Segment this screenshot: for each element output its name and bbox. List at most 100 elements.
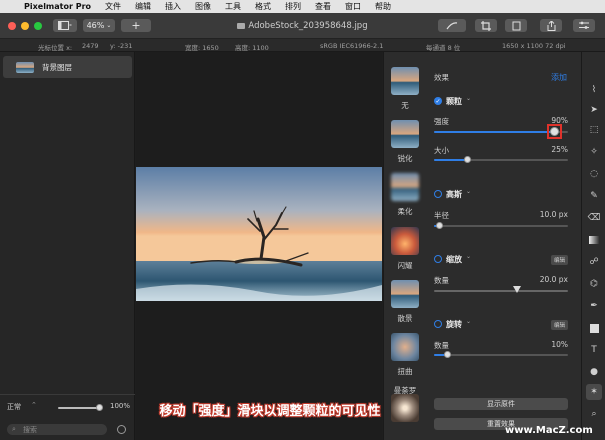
menu-edit[interactable]: 编辑: [135, 1, 151, 12]
grain-size-value: 25%: [551, 145, 568, 154]
chevron-down-icon[interactable]: ⌄: [466, 253, 471, 260]
canvas-image: [136, 167, 382, 301]
retouch-icon[interactable]: ⌬: [586, 276, 602, 292]
watermark: www.MacZ.com: [505, 425, 593, 436]
spin-amount-label: 数量: [434, 341, 449, 350]
opacity-slider-knob[interactable]: [96, 404, 103, 411]
show-original-button[interactable]: 显示原件: [434, 398, 568, 410]
color-space: sRGB IEC61966-2.1: [320, 42, 384, 50]
menu-arrange[interactable]: 排列: [285, 1, 301, 12]
layer-thumbnail: [16, 62, 34, 73]
spin-edit-button[interactable]: 编辑: [551, 320, 569, 330]
image-dimensions: 1650 x 1100 72 dpi: [502, 42, 566, 50]
brush-icon[interactable]: ✎: [586, 188, 602, 204]
share-button[interactable]: [540, 19, 562, 32]
chevron-updown-icon: ⌃: [31, 401, 37, 409]
tools-sidebar: ⌇ ➤ ⬚ ✧ ◌ ✎ ⌫ ☍ ⌬ ✒ T ● ✶ ⌕: [581, 52, 605, 440]
effect-none-label: 无: [401, 101, 409, 110]
gaussian-radius-knob[interactable]: [435, 222, 443, 229]
chevron-down-icon[interactable]: ⌄: [466, 95, 471, 102]
filter-icon[interactable]: [117, 425, 126, 434]
zoom-icon[interactable]: ⌕: [586, 406, 602, 422]
effects-title: 效果: [434, 73, 449, 82]
spin-amount-knob[interactable]: [443, 351, 451, 358]
bit-depth: 每通道 8 位: [426, 44, 461, 52]
menu-file[interactable]: 文件: [105, 1, 121, 12]
gaussian-radius-value: 10.0 px: [539, 210, 568, 219]
gaussian-radius-slider[interactable]: [434, 225, 568, 227]
document-copy-icon: [512, 21, 520, 30]
menu-tools[interactable]: 工具: [225, 1, 241, 12]
pen-icon[interactable]: ✒: [586, 298, 602, 314]
grain-size-knob[interactable]: [464, 156, 471, 163]
zoom-blur-toggle[interactable]: [434, 255, 442, 263]
chevron-down-icon[interactable]: ⌄: [466, 188, 471, 195]
color-adjust-icon[interactable]: ●: [586, 364, 602, 380]
blend-mode-dropdown[interactable]: 正常: [7, 402, 21, 412]
effect-glow-label: 闪耀: [397, 261, 413, 270]
image-width: 宽度: 1650: [185, 44, 219, 52]
adjustments-button[interactable]: [573, 19, 595, 32]
effect-glow-thumbnail[interactable]: [391, 227, 419, 255]
window-toolbar: 46% ⌄ + AdobeStock_203958648.jpg: [0, 13, 605, 39]
effect-distort-thumbnail[interactable]: [391, 333, 419, 361]
grain-size-slider[interactable]: [434, 159, 568, 161]
slider-fill: [434, 159, 468, 161]
spin-amount-slider[interactable]: [434, 354, 568, 356]
opacity-slider[interactable]: [58, 407, 100, 409]
arrow-icon[interactable]: ➤: [586, 102, 602, 118]
selection-icon[interactable]: ⬚: [586, 122, 602, 138]
slider-fill: [434, 131, 555, 133]
checkmark-icon[interactable]: ✓: [434, 97, 442, 105]
menu-image[interactable]: 图像: [195, 1, 211, 12]
search-icon: ⌕: [12, 425, 16, 433]
effect-sharpen-label: 锐化: [397, 154, 413, 163]
lasso-icon[interactable]: ◌: [586, 166, 602, 182]
style-tool-icon[interactable]: ⌇: [586, 82, 602, 98]
layer-row[interactable]: 背景图层: [3, 56, 132, 78]
text-icon[interactable]: T: [586, 342, 602, 358]
magic-wand-icon[interactable]: ✧: [586, 144, 602, 160]
info-bar: 光标位置 x: 2479 y: -231 宽度: 1650 高度: 1100 s…: [0, 39, 605, 52]
grain-strength-label: 强度: [434, 117, 449, 126]
share-icon: [547, 20, 555, 31]
menu-app-name[interactable]: Pixelmator Pro: [24, 2, 91, 11]
menu-view[interactable]: 查看: [315, 1, 331, 12]
effect-soften-thumbnail[interactable]: [391, 173, 419, 201]
effect-sharpen-thumbnail[interactable]: [391, 120, 419, 148]
effect-none-thumbnail[interactable]: [391, 67, 419, 95]
gaussian-toggle[interactable]: [434, 190, 442, 198]
shape-icon[interactable]: [586, 320, 602, 336]
effect-bokeh-thumbnail[interactable]: [391, 280, 419, 308]
menu-window[interactable]: 窗口: [345, 1, 361, 12]
spin-blur-toggle[interactable]: [434, 320, 442, 328]
gaussian-radius-label: 半径: [434, 211, 449, 220]
menu-format[interactable]: 格式: [255, 1, 271, 12]
duplicate-button[interactable]: [505, 19, 527, 32]
menu-bar: Pixelmator Pro 文件 编辑 插入 图像 工具 格式 排列 查看 窗…: [0, 0, 605, 13]
crop-icon: [481, 20, 491, 31]
chevron-down-icon[interactable]: ⌄: [466, 318, 471, 325]
zoom-effect-name: 缩放: [446, 255, 462, 264]
gradient-icon[interactable]: [586, 232, 602, 248]
image-height: 高度: 1100: [235, 44, 269, 52]
grain-size-label: 大小: [434, 146, 449, 155]
effect-bokeh-label: 散景: [397, 314, 413, 323]
menu-insert[interactable]: 插入: [165, 1, 181, 12]
smudge-icon[interactable]: ☍: [586, 254, 602, 270]
effect-settings-panel: 效果 添加 ✓ 颗粒 ⌄ 强度 90% 大小 25% 高斯 ⌄ 半径 10.0 …: [425, 52, 581, 440]
document-icon: [237, 22, 246, 29]
zoom-amount-knob[interactable]: [513, 286, 522, 293]
zoom-edit-button[interactable]: 编辑: [551, 255, 569, 265]
zoom-amount-slider[interactable]: [434, 290, 568, 292]
effects-tool-icon[interactable]: ✶: [586, 384, 602, 400]
search-placeholder: 搜索: [23, 426, 37, 434]
eraser-icon[interactable]: ⌫: [586, 210, 602, 226]
crop-button[interactable]: [475, 19, 497, 32]
layer-search-field[interactable]: ⌕ 搜索: [7, 424, 107, 435]
menu-help[interactable]: 帮助: [375, 1, 391, 12]
add-effect-button[interactable]: 添加: [551, 72, 567, 83]
cursor-y-value: y: -231: [110, 42, 133, 50]
format-tool-button[interactable]: [438, 19, 466, 32]
effect-soften-label: 柔化: [397, 207, 413, 216]
